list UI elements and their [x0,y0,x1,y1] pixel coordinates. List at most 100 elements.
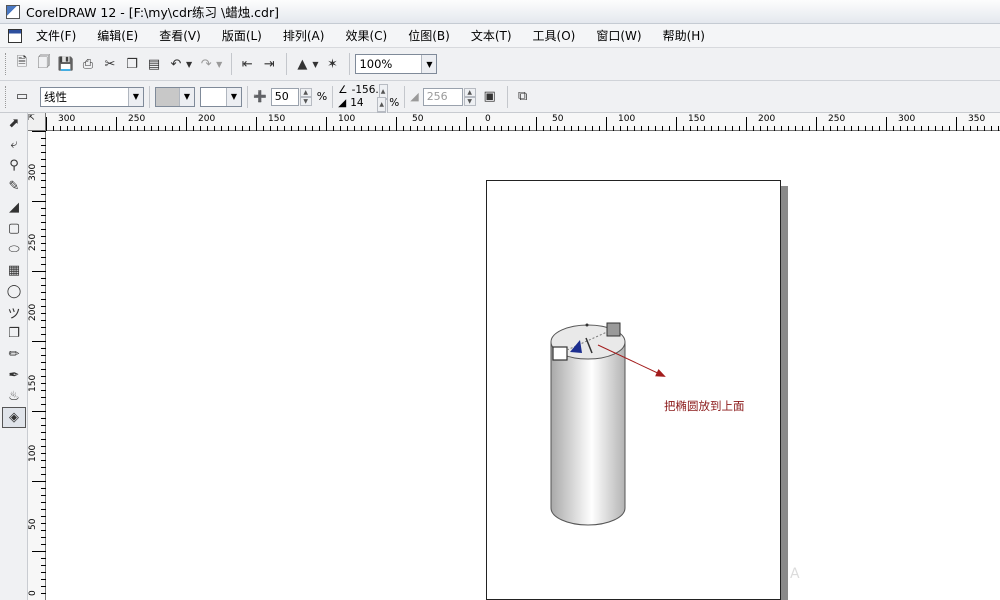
watermark-logo: A [790,566,802,582]
edge-pad-unit: % [389,96,400,109]
chevron-down-icon[interactable]: ▼ [179,87,194,106]
hruler-label: 350 [968,114,986,124]
angle-stepper[interactable]: ▲▼ [378,84,388,114]
zoom-level-select[interactable]: 100% ▼ [355,54,438,74]
vruler-label: 150 [28,374,38,392]
hruler-label: 250 [828,114,846,124]
fill-type-icon[interactable]: ▭ [12,86,32,108]
save-icon[interactable]: 💾 [56,53,76,75]
freehand-tool-icon[interactable]: ✎ [2,176,26,197]
midpoint-stepper[interactable]: ▲ ▼ [299,87,312,106]
chevron-down-icon[interactable]: ▼ [421,55,437,73]
copy-fill-properties-icon[interactable]: ⧉ [513,86,533,108]
hruler-label: 200 [198,114,216,124]
edge-pad-input[interactable]: 14 [350,97,376,110]
toolbar-separator [149,85,150,108]
menu-help[interactable]: 帮助(H) [663,27,705,44]
zoom-tool-icon[interactable]: ⚲ [2,155,26,176]
ruler-origin[interactable]: ⇱ [28,113,46,131]
shape-tool-icon[interactable]: ⤶ [2,134,26,155]
toolbar-grip[interactable] [5,85,8,108]
paste-icon[interactable]: ▤ [144,53,164,75]
menu-file[interactable]: 文件(F) [36,27,76,44]
horizontal-ruler-ticks [46,117,999,131]
midpoint-icon: ➕ [253,90,267,103]
vruler-label: 200 [28,303,38,321]
menu-arrange[interactable]: 排列(A) [283,27,325,44]
drawing-page[interactable] [486,180,781,600]
redo-icon[interactable]: ↷ [196,53,216,75]
rectangle-tool-icon[interactable]: ▢ [2,218,26,239]
lock-steps-icon[interactable]: ▣ [480,86,500,108]
vruler-label: 0 [28,590,38,596]
fill-tool-icon[interactable]: ♨ [2,386,26,407]
horizontal-ruler[interactable]: 300 250 200 150 100 50 0 50 100 150 200 … [46,113,1000,131]
annotation-text: 把椭圆放到上面 [664,399,745,413]
open-icon[interactable]: 🗍 [34,53,54,75]
pick-tool-icon[interactable]: ⬈ [2,113,26,134]
outline-tool-icon[interactable]: ✒ [2,365,26,386]
redo-dropdown-icon[interactable]: ▼ [216,60,222,69]
menu-view[interactable]: 查看(V) [159,27,201,44]
undo-dropdown-icon[interactable]: ▼ [186,60,192,69]
property-bar: ▭ 线性 ▼ ▼ ▼ ➕ 50 ▲▼ % ∠ -156.0 ▲▼ ◢ 14 ▲▼… [0,81,1000,127]
new-icon[interactable]: 🗎 [12,53,32,75]
steps-stepper[interactable]: ▲ ▼ [463,87,476,106]
menu-tools[interactable]: 工具(O) [533,27,576,44]
menu-text[interactable]: 文本(T) [471,27,512,44]
toolbar-separator [404,85,406,108]
midpoint-input[interactable]: 50 [270,87,299,106]
hruler-label: 300 [898,114,916,124]
interactive-drop-shadow-icon[interactable]: ❐ [2,323,26,344]
vertical-ruler[interactable]: 300 250 200 150 100 50 0 [28,131,46,600]
hruler-label: 100 [338,114,356,124]
toolbar-separator [247,85,248,108]
end-color-swatch [201,87,227,106]
steps-input[interactable]: 256 [422,87,463,106]
title-bar: CorelDRAW 12 - [F:\my\cdr练习 \蜡烛.cdr] [0,0,1000,24]
hruler-label: 0 [485,114,491,124]
window-title: CorelDRAW 12 - [F:\my\cdr练习 \蜡烛.cdr] [26,5,280,20]
menu-edit[interactable]: 编辑(E) [97,27,138,44]
app-launcher-dropdown-icon[interactable]: ▼ [312,60,318,69]
welcome-icon[interactable]: ✶ [322,53,342,75]
basic-shapes-icon[interactable]: ◯ [2,281,26,302]
fill-type-select[interactable]: 线性 ▼ [40,86,144,107]
vruler-label: 300 [28,163,38,181]
text-tool-icon[interactable]: ツ [2,302,26,323]
undo-icon[interactable]: ↶ [166,53,186,75]
export-icon[interactable]: ⇥ [259,53,279,75]
coreldraw-app-icon [6,4,20,19]
toolbar-grip[interactable] [5,53,8,75]
hruler-label: 150 [268,114,286,124]
toolbox: ⬈ ⤶ ⚲ ✎ ◢ ▢ ⬭ ▦ ◯ ツ ❐ ✏ ✒ ♨ ◈ [0,113,28,600]
end-color-picker[interactable]: ▼ [200,86,242,107]
angle-input[interactable]: -156.0 [352,84,378,97]
import-icon[interactable]: ⇤ [237,53,257,75]
eyedropper-icon[interactable]: ✏ [2,344,26,365]
menu-window[interactable]: 窗口(W) [596,27,641,44]
vruler-label: 100 [28,444,38,462]
hruler-label: 250 [128,114,146,124]
steps-lock-icon: ◢ [410,90,419,103]
ellipse-tool-icon[interactable]: ⬭ [2,239,26,260]
smart-fill-icon[interactable]: ◢ [2,197,26,218]
toolbar-separator [286,53,288,75]
menu-bitmaps[interactable]: 位图(B) [408,27,450,44]
interactive-fill-icon[interactable]: ◈ [2,407,26,428]
vruler-label: 50 [28,518,38,530]
chevron-down-icon[interactable]: ▼ [226,87,241,106]
cut-icon[interactable]: ✂ [100,53,120,75]
graph-paper-icon[interactable]: ▦ [2,260,26,281]
copy-icon[interactable]: ❐ [122,53,142,75]
edge-pad-icon: ◢ [338,96,347,109]
chevron-down-icon[interactable]: ▼ [128,87,143,106]
document-icon[interactable] [8,28,22,43]
menu-effects[interactable]: 效果(C) [345,27,387,44]
start-color-picker[interactable]: ▼ [155,86,195,107]
menu-layout[interactable]: 版面(L) [222,27,262,44]
print-icon[interactable]: ⎙ [78,53,98,75]
app-launcher-icon[interactable]: ▲ [292,53,312,75]
edge-pad-stepper[interactable]: ▲▼ [377,97,387,127]
hruler-label: 300 [58,114,76,124]
